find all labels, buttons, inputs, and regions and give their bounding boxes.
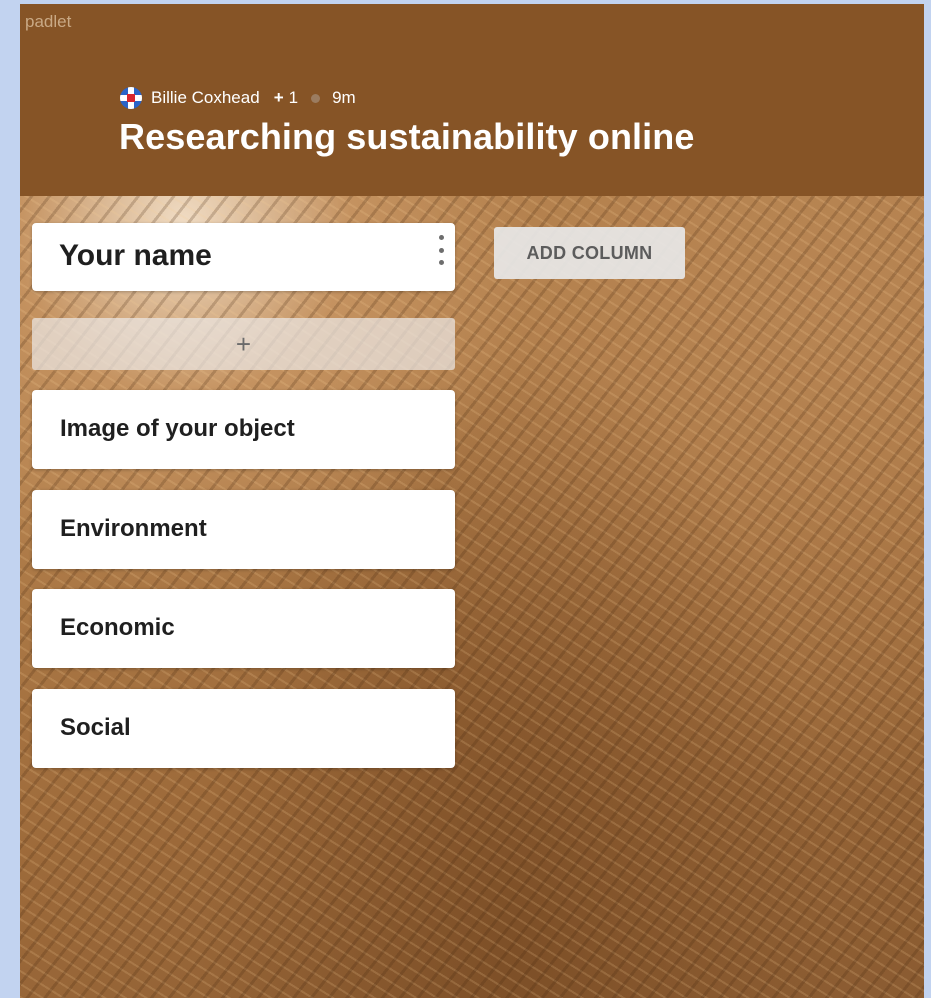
author-name[interactable]: Billie Coxhead — [151, 88, 260, 108]
flag-avatar-icon[interactable] — [120, 87, 142, 109]
post-title: Environment — [60, 515, 207, 542]
padlet-logo[interactable]: padlet — [25, 12, 71, 32]
post-card[interactable]: Economic — [32, 589, 455, 668]
post-title: Image of your object — [60, 415, 295, 442]
add-column-button[interactable]: ADD COLUMN — [494, 227, 685, 279]
post-card[interactable]: Social — [32, 689, 455, 768]
author-row: Billie Coxhead +1 9m — [120, 87, 356, 109]
post-title: Economic — [60, 614, 175, 641]
left-margin-strip — [0, 0, 20, 998]
contributor-count[interactable]: +1 — [274, 88, 298, 108]
elapsed-time: 9m — [332, 88, 356, 107]
separator-dot — [311, 93, 321, 103]
column-header[interactable]: Your name — [32, 223, 455, 291]
post-title: Social — [60, 714, 131, 741]
column-title[interactable]: Your name — [59, 239, 212, 273]
post-card[interactable]: Environment — [32, 490, 455, 569]
board-title: Researching sustainability online — [119, 116, 695, 157]
kebab-menu-icon[interactable] — [435, 235, 447, 265]
add-post-button[interactable]: + — [32, 318, 455, 370]
padlet-board: padlet Billie Coxhead +1 9m Researching … — [20, 4, 924, 998]
board-header: padlet Billie Coxhead +1 9m Researching … — [20, 4, 924, 196]
post-card[interactable]: Image of your object — [32, 390, 455, 469]
